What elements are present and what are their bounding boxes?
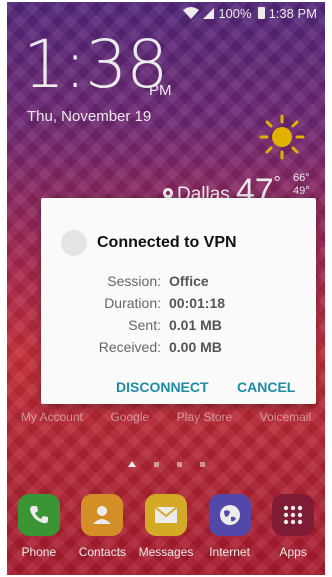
session-value: Office <box>169 273 209 289</box>
lock-screen: 100% 1:38 PM 1:38 PM Thu, November 19 Da… <box>7 2 325 575</box>
sent-value: 0.01 MB <box>169 317 222 333</box>
info-row-duration: Duration: 00:01:18 <box>41 292 316 314</box>
sent-label: Sent: <box>128 317 161 333</box>
received-label: Received: <box>98 339 161 355</box>
info-row-session: Session: Office <box>41 270 316 292</box>
duration-value: 00:01:18 <box>169 295 226 311</box>
vpn-icon <box>61 230 87 256</box>
disconnect-button[interactable]: DISCONNECT <box>116 379 209 395</box>
vpn-dialog: Connected to VPN Session: Office Duratio… <box>41 198 316 404</box>
session-label: Session: <box>107 273 161 289</box>
dialog-title: Connected to VPN <box>97 234 237 251</box>
duration-label: Duration: <box>104 295 161 311</box>
dialog-header: Connected to VPN <box>61 230 237 256</box>
vpn-info: Session: Office Duration: 00:01:18 Sent:… <box>41 270 316 358</box>
cancel-button[interactable]: CANCEL <box>237 379 295 395</box>
received-value: 0.00 MB <box>169 339 222 355</box>
info-row-sent: Sent: 0.01 MB <box>41 314 316 336</box>
info-row-received: Received: 0.00 MB <box>41 336 316 358</box>
